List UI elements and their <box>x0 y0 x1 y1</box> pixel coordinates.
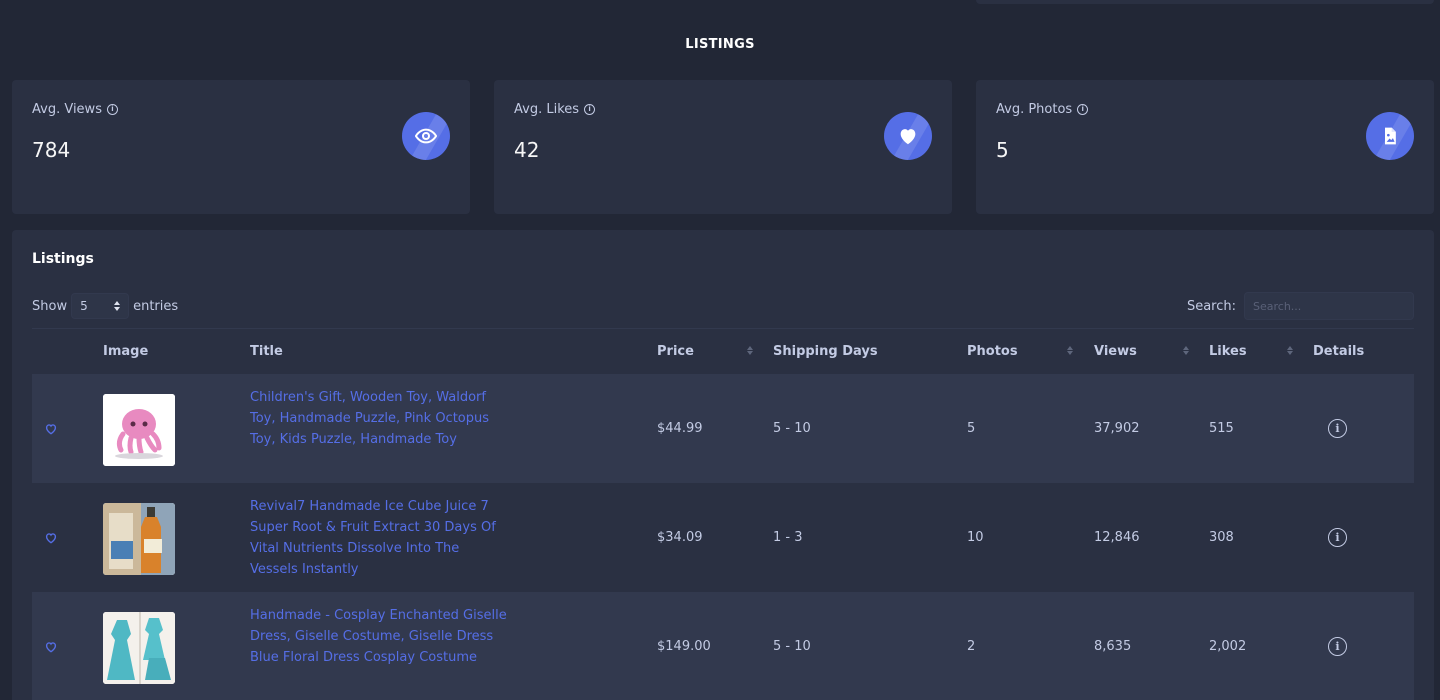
favorite-heart-icon[interactable] <box>44 531 58 545</box>
page-size-control: Show 5 entries <box>32 293 178 319</box>
table-header: Image Title Price Shipping Days Photos V… <box>32 328 1414 374</box>
details-info-icon[interactable]: i <box>1328 528 1347 547</box>
likes-cell: 308 <box>1209 530 1234 545</box>
top-card-edge <box>976 0 1434 4</box>
search-label: Search: <box>1186 298 1236 314</box>
info-icon[interactable]: i <box>106 104 118 115</box>
details-info-icon[interactable]: i <box>1328 419 1347 438</box>
info-icon[interactable]: i <box>584 104 596 115</box>
views-cell: 37,902 <box>1094 421 1140 436</box>
panel-title: Listings <box>32 251 94 267</box>
sort-icon <box>1183 346 1189 355</box>
column-title[interactable]: Title <box>250 344 283 359</box>
image-file-icon <box>1366 112 1414 160</box>
sort-icon <box>747 346 753 355</box>
likes-cell: 515 <box>1209 421 1234 436</box>
avg-likes-label: Avg. Likes <box>514 102 580 117</box>
price-cell: $44.99 <box>657 421 703 436</box>
search-input[interactable] <box>1244 292 1414 320</box>
listing-title-link[interactable]: Children's Gift, Wooden Toy, Waldorf Toy… <box>250 387 510 450</box>
column-price[interactable]: Price <box>657 344 694 359</box>
details-info-icon[interactable]: i <box>1328 637 1347 656</box>
eye-icon <box>402 112 450 160</box>
column-views[interactable]: Views <box>1094 344 1137 359</box>
photos-cell: 5 <box>967 421 976 436</box>
shipping-days-cell: 5 - 10 <box>773 639 811 654</box>
sort-icon <box>1287 346 1293 355</box>
avg-views-card: Avg. Views i 784 <box>12 80 470 214</box>
avg-views-label-row: Avg. Views i <box>32 102 118 117</box>
select-arrows-icon <box>114 301 121 311</box>
page-size-select[interactable]: 5 <box>71 293 130 319</box>
avg-views-label: Avg. Views <box>32 102 102 117</box>
page-size-value: 5 <box>80 299 88 313</box>
photos-cell: 2 <box>967 639 976 654</box>
avg-photos-label: Avg. Photos <box>996 102 1073 117</box>
avg-photos-card: Avg. Photos i 5 <box>976 80 1434 214</box>
avg-photos-value: 5 <box>996 138 1009 162</box>
avg-likes-card: Avg. Likes i 42 <box>494 80 952 214</box>
listing-title-link[interactable]: Revival7 Handmade Ice Cube Juice 7 Super… <box>250 496 510 580</box>
favorite-heart-icon[interactable] <box>44 640 58 654</box>
shipping-days-cell: 1 - 3 <box>773 530 803 545</box>
table-row: Handmade - Cosplay Enchanted Giselle Dre… <box>32 592 1414 700</box>
sort-icon <box>1067 346 1073 355</box>
price-cell: $149.00 <box>657 639 711 654</box>
section-title: LISTINGS <box>685 37 755 52</box>
heart-icon <box>884 112 932 160</box>
product-image[interactable] <box>103 394 175 466</box>
price-cell: $34.09 <box>657 530 703 545</box>
product-image[interactable] <box>103 503 175 575</box>
product-image[interactable] <box>103 612 175 684</box>
avg-likes-label-row: Avg. Likes i <box>514 102 596 117</box>
views-cell: 8,635 <box>1094 639 1132 654</box>
likes-cell: 2,002 <box>1209 639 1247 654</box>
show-label: Show <box>32 298 68 314</box>
table-row: Children's Gift, Wooden Toy, Waldorf Toy… <box>32 374 1414 483</box>
avg-views-value: 784 <box>32 138 71 162</box>
favorite-heart-icon[interactable] <box>44 422 58 436</box>
avg-likes-value: 42 <box>514 138 540 162</box>
entries-label: entries <box>133 298 179 314</box>
search-control: Search: <box>1187 292 1414 320</box>
listings-panel: Listings Show 5 entries Search: Image Ti… <box>12 230 1434 700</box>
shipping-days-cell: 5 - 10 <box>773 421 811 436</box>
listing-title-link[interactable]: Handmade - Cosplay Enchanted Giselle Dre… <box>250 605 510 668</box>
table-row: Revival7 Handmade Ice Cube Juice 7 Super… <box>32 483 1414 592</box>
info-icon[interactable]: i <box>1077 104 1089 115</box>
column-details[interactable]: Details <box>1313 344 1364 359</box>
column-photos[interactable]: Photos <box>967 344 1018 359</box>
column-likes[interactable]: Likes <box>1209 344 1247 359</box>
views-cell: 12,846 <box>1094 530 1140 545</box>
column-shipping-days[interactable]: Shipping Days <box>773 344 878 359</box>
avg-photos-label-row: Avg. Photos i <box>996 102 1089 117</box>
column-image[interactable]: Image <box>103 344 148 359</box>
photos-cell: 10 <box>967 530 984 545</box>
